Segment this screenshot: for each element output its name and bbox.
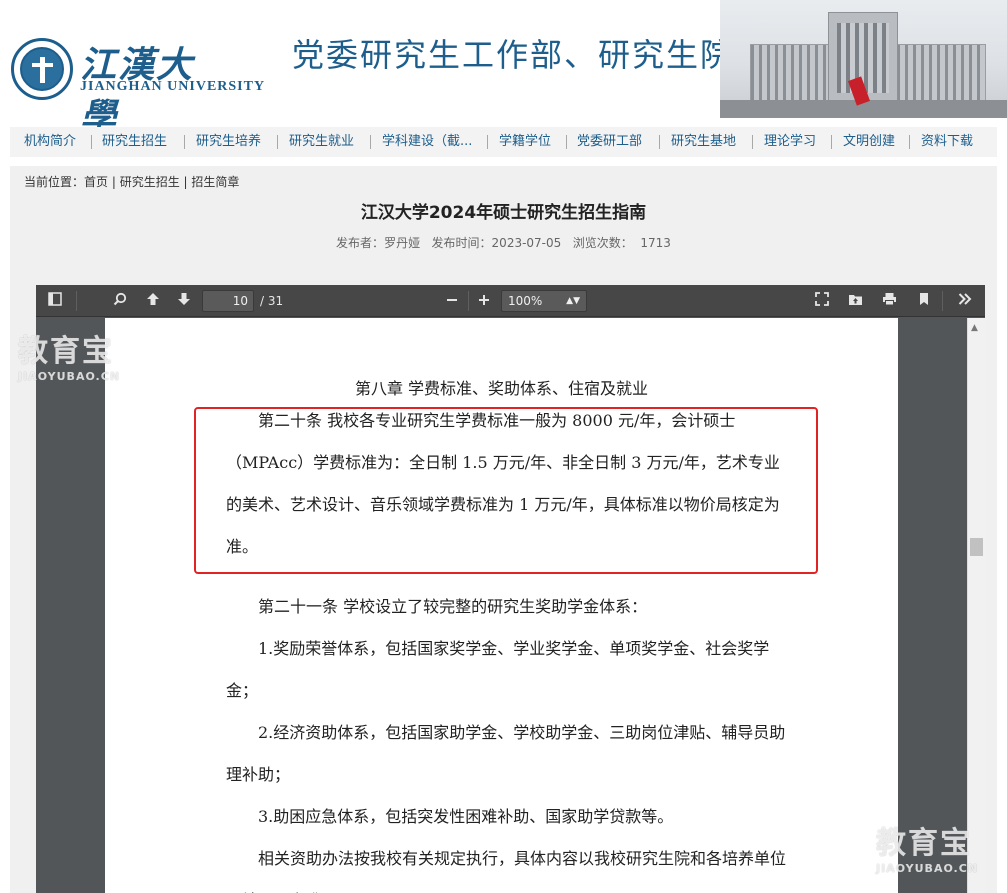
site-title: 党委研究生工作部、研究生院 bbox=[292, 36, 735, 74]
watermark-domain: JIAOYUBAO.CN bbox=[876, 862, 979, 875]
watermark-logo-text: 教育宝 bbox=[876, 826, 972, 861]
fullscreen-icon[interactable] bbox=[810, 289, 834, 313]
nav-separator bbox=[659, 135, 660, 149]
nav-item-about[interactable]: 机构简介 bbox=[24, 127, 76, 157]
watermark-top-left: 教育宝 JIAOYUBAO.CN bbox=[18, 326, 120, 383]
page-total: / 31 bbox=[260, 294, 284, 308]
zoom-value: 100% bbox=[508, 294, 543, 308]
nav-item-employment[interactable]: 研究生就业 bbox=[289, 127, 354, 157]
scholarship-item-3: 3.助困应急体系，包括突发性困难补助、国家助学贷款等。 bbox=[258, 807, 674, 826]
double-chevron-right-icon[interactable] bbox=[953, 289, 977, 313]
viewer-gutter bbox=[898, 318, 967, 893]
arrow-up-icon[interactable] bbox=[141, 289, 165, 313]
toolbar-separator bbox=[76, 291, 77, 311]
university-seal-icon[interactable] bbox=[11, 38, 73, 100]
open-file-icon[interactable] bbox=[843, 289, 867, 313]
highlight-annotation-box bbox=[194, 407, 818, 574]
plus-icon[interactable] bbox=[472, 289, 496, 313]
pdf-toolbar: 10 / 31 100% ▲▼ bbox=[36, 285, 985, 317]
watermark-logo-text: 教育宝 bbox=[18, 334, 114, 369]
article-title: 江汉大学2024年硕士研究生招生指南 bbox=[360, 203, 647, 223]
view-count: 1713 bbox=[640, 236, 671, 250]
publisher-label: 发布者： bbox=[336, 236, 385, 250]
nav-separator bbox=[752, 135, 753, 149]
article-21-text: 第二十一条 学校设立了较完整的研究生奖助学金体系： bbox=[258, 597, 648, 616]
publisher: 罗丹娅 bbox=[384, 236, 421, 250]
pdf-viewer: 10 / 31 100% ▲▼ 第八章 学费标准、奖助体系、住宿及就业 第二十条… bbox=[36, 285, 985, 893]
toolbar-separator bbox=[942, 291, 943, 311]
breadcrumb-trail[interactable]: 首页 | 研究生招生 | 招生简章 bbox=[84, 175, 239, 189]
date-label: 发布时间： bbox=[431, 236, 492, 250]
nav-item-civilization[interactable]: 文明创建 bbox=[843, 127, 895, 157]
closing-text: 相关资助办法按我校有关规定执行，具体内容以我校研究生院和各培养单位网站公示为准。 bbox=[226, 849, 787, 893]
scholarship-item-2: 2.经济资助体系，包括国家助学金、学校助学金、三助岗位津贴、辅导员助理补助； bbox=[226, 723, 786, 784]
nav-item-downloads[interactable]: 资料下载 bbox=[921, 127, 973, 157]
arrow-down-icon[interactable] bbox=[172, 289, 196, 313]
nav-item-theory[interactable]: 理论学习 bbox=[764, 127, 816, 157]
logo-english-name[interactable]: JIANGHAN UNIVERSITY bbox=[80, 79, 265, 95]
scroll-up-icon[interactable]: ▲ bbox=[971, 323, 978, 333]
nav-separator bbox=[277, 135, 278, 149]
vertical-scrollbar[interactable]: ▲ bbox=[967, 318, 985, 893]
minus-icon[interactable] bbox=[440, 289, 464, 313]
nav-item-base[interactable]: 研究生基地 bbox=[671, 127, 736, 157]
nav-separator bbox=[184, 135, 185, 149]
toolbar-separator bbox=[468, 291, 469, 311]
pdf-page[interactable]: 第八章 学费标准、奖助体系、住宿及就业 第二十条 我校各专业研究生学费标准一般为… bbox=[105, 318, 898, 893]
nav-separator bbox=[566, 135, 567, 149]
watermark-domain: JIAOYUBAO.CN bbox=[18, 370, 121, 383]
sidebar-toggle-icon[interactable] bbox=[43, 289, 67, 313]
nav-item-degree[interactable]: 学籍学位 bbox=[499, 127, 551, 157]
scholarship-item-1: 1.奖励荣誉体系，包括国家奖学金、学业奖学金、单项奖学金、社会奖学金； bbox=[226, 639, 770, 700]
site-header: 江漢大學 JIANGHAN UNIVERSITY 党委研究生工作部、研究生院 bbox=[0, 0, 1007, 138]
nav-separator bbox=[91, 135, 92, 149]
nav-separator bbox=[487, 135, 488, 149]
watermark-bottom-right: 教育宝 JIAOYUBAO.CN bbox=[876, 818, 978, 875]
header-building-image bbox=[720, 0, 1007, 118]
chapter-heading: 第八章 学费标准、奖助体系、住宿及就业 bbox=[354, 379, 649, 398]
nav-separator bbox=[831, 135, 832, 149]
breadcrumb: 当前位置：首页 | 研究生招生 | 招生简章 bbox=[24, 173, 239, 190]
zoom-select[interactable]: 100% ▲▼ bbox=[501, 290, 587, 312]
search-icon[interactable] bbox=[108, 289, 132, 313]
page-number-input[interactable]: 10 bbox=[202, 290, 254, 312]
scrollbar-thumb[interactable] bbox=[970, 538, 983, 556]
nav-separator bbox=[909, 135, 910, 149]
nav-item-training[interactable]: 研究生培养 bbox=[196, 127, 261, 157]
nav-item-admissions[interactable]: 研究生招生 bbox=[102, 127, 167, 157]
chevron-updown-icon: ▲▼ bbox=[566, 296, 580, 306]
nav-separator bbox=[370, 135, 371, 149]
article-meta: 发布者：罗丹娅 发布时间：2023-07-05 浏览次数： 1713 bbox=[10, 234, 997, 251]
bookmark-icon[interactable] bbox=[912, 289, 936, 313]
print-icon[interactable] bbox=[877, 289, 901, 313]
views-label: 浏览次数： bbox=[572, 236, 633, 250]
nav-item-discipline[interactable]: 学科建设（截... bbox=[382, 127, 472, 157]
nav-item-party-office[interactable]: 党委研工部 bbox=[577, 127, 642, 157]
main-nav: 机构简介 研究生招生 研究生培养 研究生就业 学科建设（截... 学籍学位 党委… bbox=[10, 127, 997, 157]
publish-date: 2023-07-05 bbox=[491, 236, 562, 250]
breadcrumb-label: 当前位置： bbox=[24, 175, 85, 189]
